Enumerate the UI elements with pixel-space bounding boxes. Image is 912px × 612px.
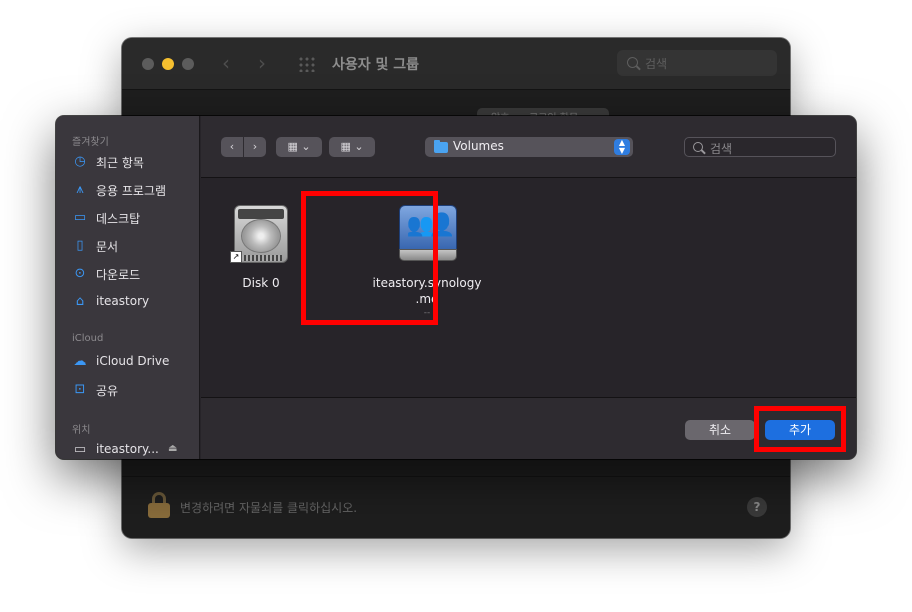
sidebar-section-icloud: iCloud: [72, 333, 104, 344]
forward-button[interactable]: ›: [244, 137, 266, 157]
background-bottom-bar: 변경하려면 자물쇠를 클릭하십시오. ?: [122, 476, 790, 538]
sidebar-item-label: 다운로드: [96, 268, 141, 282]
dialog-toolbar: ‹ › ▦ ⌄ ▦ ⌄ Volumes ▲ ▼ 검색: [201, 116, 856, 178]
updown-chevron-icon: ▲ ▼: [614, 139, 630, 155]
background-search-field[interactable]: 검색: [617, 50, 777, 76]
highlight-box-network-share: [301, 191, 438, 325]
dialog-search-field[interactable]: 검색: [684, 137, 836, 157]
sidebar-item-shared[interactable]: ⊡ 공유: [72, 379, 200, 401]
eject-icon[interactable]: ⏏: [168, 443, 177, 454]
highlight-box-add-button: [754, 406, 846, 452]
minimize-button[interactable]: [162, 58, 174, 70]
download-icon: ⊙: [74, 266, 86, 281]
lock-icon[interactable]: [148, 492, 170, 518]
file-browser: ↗ Disk 0 👥👤 iteastory.synology .me --: [201, 179, 856, 397]
group-mode-button[interactable]: ▦ ⌄: [329, 137, 375, 157]
sidebar-item-label: iCloud Drive: [96, 354, 170, 368]
path-popup[interactable]: Volumes ▲ ▼: [425, 137, 633, 157]
show-all-grid-icon[interactable]: [298, 56, 316, 72]
window-title: 사용자 및 그룹: [332, 57, 420, 73]
search-icon: [627, 57, 638, 68]
sidebar-item-label: iteastory: [96, 294, 150, 308]
sidebar-item-applications[interactable]: ⩚ 응용 프로그램: [72, 179, 200, 201]
sidebar-item-desktop[interactable]: ▭ 데스크탑: [72, 207, 200, 229]
search-icon: [693, 142, 703, 152]
path-label: Volumes: [453, 139, 504, 153]
sidebar-section-favorites: 즐겨찾기: [72, 137, 109, 148]
sidebar-item-computer[interactable]: ▭ iteastory... ⏏: [72, 439, 200, 459]
sidebar-item-documents[interactable]: ▯ 문서: [72, 235, 200, 257]
background-search-placeholder: 검색: [645, 57, 668, 71]
sidebar-item-label: 공유: [96, 384, 119, 398]
background-titlebar: ‹ › 사용자 및 그룹 검색: [122, 38, 790, 90]
zoom-button[interactable]: [182, 58, 194, 70]
sidebar-item-label: 최근 항목: [96, 156, 144, 170]
file-open-dialog: 즐겨찾기 ◷ 최근 항목 ⩚ 응용 프로그램 ▭ 데스크탑 ▯ 문서 ⊙ 다운로…: [56, 116, 856, 459]
sidebar-item-label: iteastory...: [96, 442, 159, 456]
folder-icon: [434, 140, 448, 153]
dialog-search-placeholder: 검색: [710, 142, 733, 156]
home-icon: ⌂: [75, 294, 85, 309]
cancel-button[interactable]: 취소: [685, 420, 755, 440]
lock-hint-text: 변경하려면 자물쇠를 클릭하십시오.: [180, 501, 358, 515]
view-mode-button[interactable]: ▦ ⌄: [276, 137, 322, 157]
sidebar-item-home[interactable]: ⌂ iteastory: [72, 291, 200, 313]
back-button[interactable]: ‹: [221, 137, 243, 157]
forward-chevron-icon[interactable]: ›: [258, 52, 266, 74]
document-icon: ▯: [76, 238, 84, 253]
sidebar-item-label: 응용 프로그램: [96, 184, 167, 198]
dialog-sidebar: 즐겨찾기 ◷ 최근 항목 ⩚ 응용 프로그램 ▭ 데스크탑 ▯ 문서 ⊙ 다운로…: [56, 116, 200, 459]
alias-arrow-icon: ↗: [230, 251, 242, 263]
sidebar-item-label: 데스크탑: [96, 212, 141, 226]
computer-icon: ▭: [73, 442, 87, 457]
shared-folder-icon: ⊡: [74, 382, 86, 397]
sidebar-item-icloud-drive[interactable]: ☁ iCloud Drive: [72, 351, 200, 373]
cloud-icon: ☁: [73, 354, 87, 369]
applications-icon: ⩚: [76, 182, 84, 197]
sidebar-item-downloads[interactable]: ⊙ 다운로드: [72, 263, 200, 285]
sidebar-item-recents[interactable]: ◷ 최근 항목: [72, 151, 200, 173]
clock-icon: ◷: [74, 154, 86, 169]
sidebar-item-label: 문서: [96, 240, 119, 254]
hard-disk-icon: ↗: [230, 205, 288, 263]
help-button[interactable]: ?: [747, 497, 767, 517]
sidebar-section-locations: 위치: [72, 425, 91, 436]
close-button[interactable]: [142, 58, 154, 70]
back-chevron-icon[interactable]: ‹: [222, 52, 230, 74]
desktop-icon: ▭: [73, 210, 87, 225]
